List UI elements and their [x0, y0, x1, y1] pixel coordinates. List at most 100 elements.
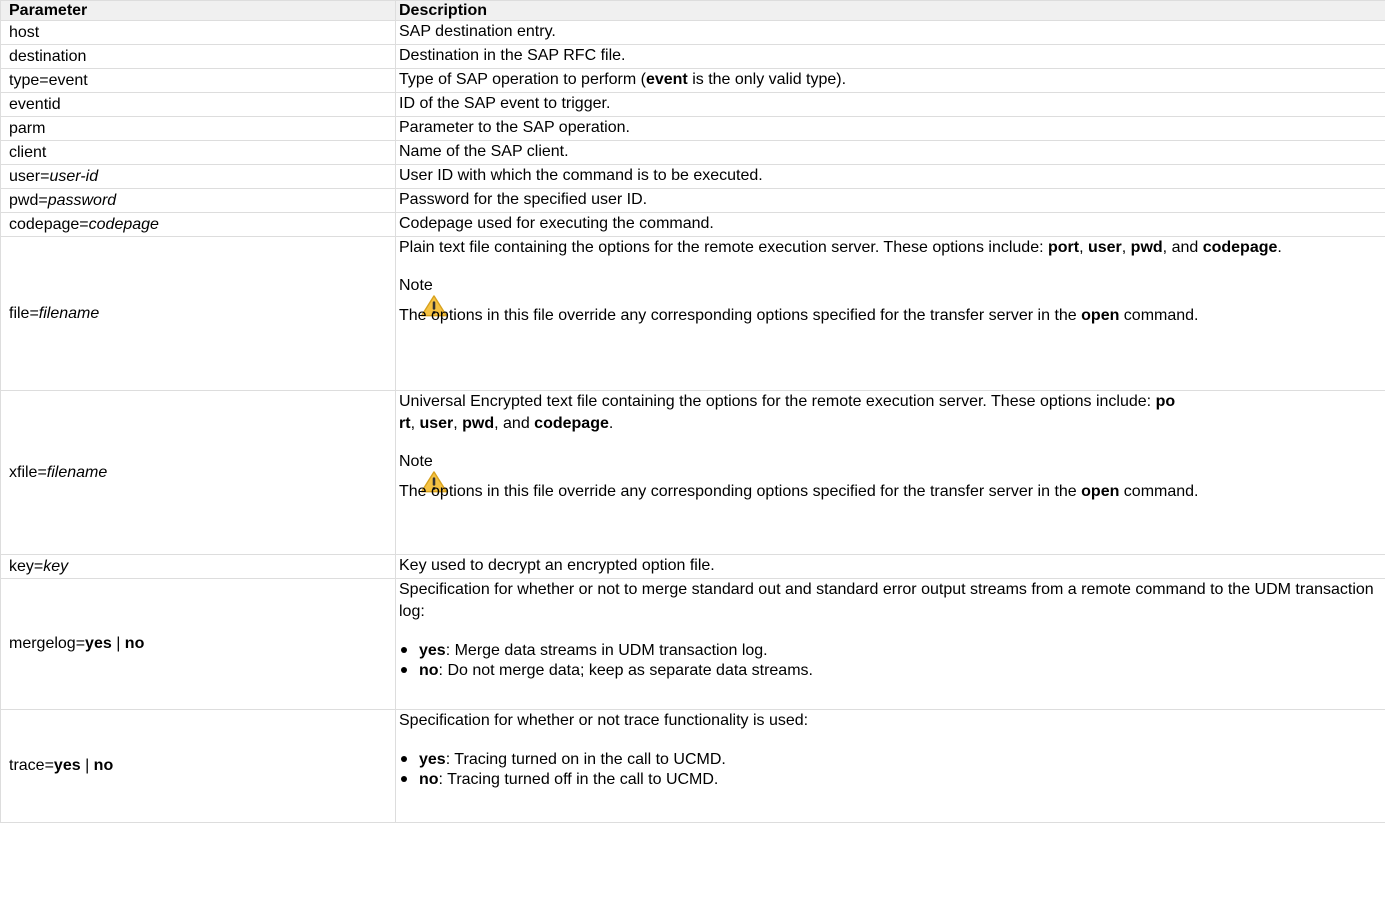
list-item-text: : Tracing turned on in the call to UCMD.: [445, 751, 726, 768]
list-item-bold: yes: [419, 642, 446, 659]
desc-cell: Name of the SAP client.: [395, 140, 1385, 165]
param-cell: host: [0, 20, 396, 45]
header-description: Description: [395, 0, 1385, 21]
table-row-user: user=user-id User ID with which the comm…: [0, 164, 1385, 189]
list-item: yes: Merge data streams in UDM transacti…: [399, 641, 1375, 661]
desc-text: .: [1277, 239, 1282, 256]
param-text: file=: [9, 304, 39, 322]
param-text: xfile=: [9, 463, 47, 481]
table-row-trace: trace=yes | no Specification for whether…: [0, 709, 1385, 823]
param-cell: eventid: [0, 92, 396, 117]
note-text: The options in this file override any co…: [399, 481, 1375, 503]
note-text: The options in this file override any co…: [399, 305, 1375, 327]
option-user: user: [1087, 239, 1122, 256]
list-item: no: Tracing turned off in the call to UC…: [399, 770, 1375, 790]
param-italic: user-id: [49, 167, 99, 185]
table-row-destination: destination Destination in the SAP RFC f…: [0, 44, 1385, 69]
table-header-row: Parameter Description: [0, 0, 1385, 21]
param-cell: file=filename: [0, 236, 396, 391]
param-bold: yes: [85, 635, 112, 652]
note-bold: open: [1081, 483, 1120, 500]
desc-cell: Password for the specified user ID.: [395, 188, 1385, 213]
table-row-mergelog: mergelog=yes | no Specification for whet…: [0, 578, 1385, 710]
param-cell: destination: [0, 44, 396, 69]
desc-paragraph: Specification for whether or not trace f…: [399, 712, 809, 729]
table-row-eventid: eventid ID of the SAP event to trigger.: [0, 92, 1385, 117]
desc-paragraph: Plain text file containing the options f…: [399, 237, 1375, 259]
option-port: po: [1155, 393, 1176, 410]
option-port: rt: [399, 415, 411, 432]
desc-text: Plain text file containing the options f…: [399, 239, 1048, 256]
param-bold: no: [93, 757, 114, 774]
separator: ,: [1079, 239, 1088, 256]
table-row-host: host SAP destination entry.: [0, 20, 1385, 45]
option-list: yes: Merge data streams in UDM transacti…: [399, 641, 1375, 681]
param-italic: codepage: [88, 215, 159, 233]
desc-cell: Specification for whether or not trace f…: [395, 709, 1385, 823]
param-bold: no: [124, 635, 145, 652]
param-text: |: [80, 757, 94, 774]
table-row-file: file=filename Plain text file containing…: [0, 236, 1385, 391]
option-list: yes: Tracing turned on in the call to UC…: [399, 750, 1375, 790]
note-bold: open: [1081, 307, 1120, 324]
param-italic: filename: [46, 463, 108, 481]
desc-paragraph: Specification for whether or not to merg…: [399, 581, 1374, 620]
table-row-xfile: xfile=filename Universal Encrypted text …: [0, 390, 1385, 555]
note-label: Note: [399, 453, 433, 470]
param-cell: key=key: [0, 554, 396, 579]
desc-cell: Key used to decrypt an encrypted option …: [395, 554, 1385, 579]
param-cell: parm: [0, 116, 396, 141]
param-cell: client: [0, 140, 396, 165]
table-row-pwd: pwd=password Password for the specified …: [0, 188, 1385, 213]
param-italic: password: [47, 191, 117, 209]
option-pwd: pwd: [462, 415, 495, 432]
option-codepage: codepage: [534, 415, 609, 432]
desc-cell: Destination in the SAP RFC file.: [395, 44, 1385, 69]
separator: , and: [1162, 239, 1203, 256]
desc-cell: ID of the SAP event to trigger.: [395, 92, 1385, 117]
table-row-codepage: codepage=codepage Codepage used for exec…: [0, 212, 1385, 237]
option-port: port: [1047, 239, 1080, 256]
param-italic: key: [43, 557, 69, 575]
param-text: key=: [9, 557, 44, 575]
param-cell: mergelog=yes | no: [0, 578, 396, 710]
param-cell: user=user-id: [0, 164, 396, 189]
desc-text: Type of SAP operation to perform (: [399, 71, 646, 88]
table-row-parm: parm Parameter to the SAP operation.: [0, 116, 1385, 141]
param-text: codepage=: [9, 215, 89, 233]
option-user: user: [419, 415, 454, 432]
option-pwd: pwd: [1130, 239, 1163, 256]
desc-bold: event: [645, 71, 688, 88]
list-item-text: : Tracing turned off in the call to UCMD…: [438, 771, 719, 788]
note-label: Note: [399, 277, 433, 294]
list-item-text: : Merge data streams in UDM transaction …: [445, 642, 768, 659]
param-text: trace=: [9, 757, 54, 774]
param-cell: pwd=password: [0, 188, 396, 213]
desc-text: is the only valid type).: [687, 71, 847, 88]
separator: ,: [453, 415, 463, 432]
note-body: The options in this file override any co…: [399, 483, 1082, 500]
param-bold: yes: [53, 757, 81, 774]
desc-text: Universal Encrypted text file containing…: [399, 393, 1156, 410]
param-italic: filename: [38, 304, 100, 322]
list-item: no: Do not merge data; keep as separate …: [399, 661, 1375, 681]
list-item: yes: Tracing turned on in the call to UC…: [399, 750, 1375, 770]
desc-cell: SAP destination entry.: [395, 20, 1385, 45]
param-text: |: [111, 635, 125, 652]
param-cell: trace=yes | no: [0, 709, 396, 823]
desc-cell: Plain text file containing the options f…: [395, 236, 1385, 391]
table-row-type: type=event Type of SAP operation to perf…: [0, 68, 1385, 93]
desc-cell: User ID with which the command is to be …: [395, 164, 1385, 189]
desc-cell: Specification for whether or not to merg…: [395, 578, 1385, 710]
param-cell: codepage=codepage: [0, 212, 396, 237]
desc-paragraph: Universal Encrypted text file containing…: [399, 391, 1375, 435]
note-body: command.: [1119, 483, 1199, 500]
desc-text: .: [608, 415, 614, 432]
param-text: pwd=: [9, 191, 48, 209]
list-item-text: : Do not merge data; keep as separate da…: [438, 662, 813, 679]
param-cell: type=event: [0, 68, 396, 93]
param-cell: xfile=filename: [0, 390, 396, 555]
table-row-client: client Name of the SAP client.: [0, 140, 1385, 165]
header-parameter: Parameter: [0, 0, 396, 21]
desc-cell: Universal Encrypted text file containing…: [395, 390, 1385, 555]
